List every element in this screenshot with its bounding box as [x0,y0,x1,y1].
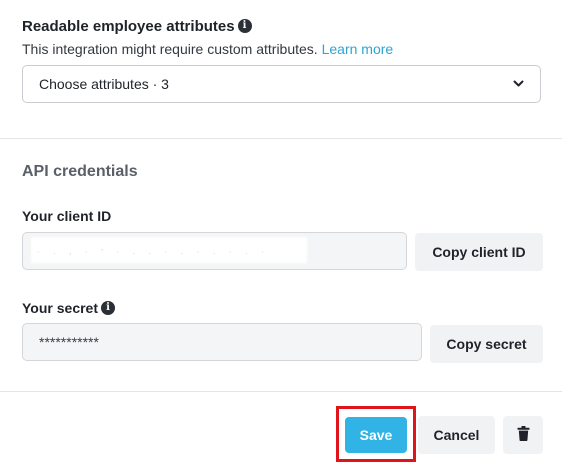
attributes-helper-text: This integration might require custom at… [22,41,318,57]
client-id-label-text: Your client ID [22,208,112,224]
select-value: Choose attributes · 3 [39,76,169,92]
save-button[interactable]: Save [345,417,407,453]
attributes-section: Readable employee attributes i This inte… [22,16,543,103]
client-id-label: Your client ID [22,208,111,224]
info-icon[interactable]: i [101,301,115,315]
secret-label-text: Your secret [22,300,98,316]
attributes-title-row: Readable employee attributes i [22,16,543,36]
client-id-field[interactable]: · . , · ' · . . · . · . · . · [22,232,407,270]
info-icon[interactable]: i [237,19,252,33]
secret-label: Your secret i [22,300,115,316]
save-highlight: Save [336,406,416,462]
trash-icon [517,426,530,444]
learn-more-link[interactable]: Learn more [322,41,394,57]
delete-button[interactable] [503,416,543,454]
secret-field[interactable]: *********** [22,323,422,361]
api-credentials-heading: API credentials [22,163,138,180]
copy-secret-button[interactable]: Copy secret [430,325,543,363]
copy-client-id-button[interactable]: Copy client ID [415,233,543,271]
secret-value: *********** [39,334,99,350]
section-divider [0,138,562,139]
redacted-dots: · . , · ' · . . · . · . · . · [37,249,270,256]
chevron-down-icon [512,78,524,90]
footer-divider [0,391,562,392]
attributes-helper: This integration might require custom at… [22,41,543,59]
attributes-title: Readable employee attributes [22,17,235,35]
cancel-button[interactable]: Cancel [418,416,495,454]
choose-attributes-select[interactable]: Choose attributes · 3 [22,65,541,103]
